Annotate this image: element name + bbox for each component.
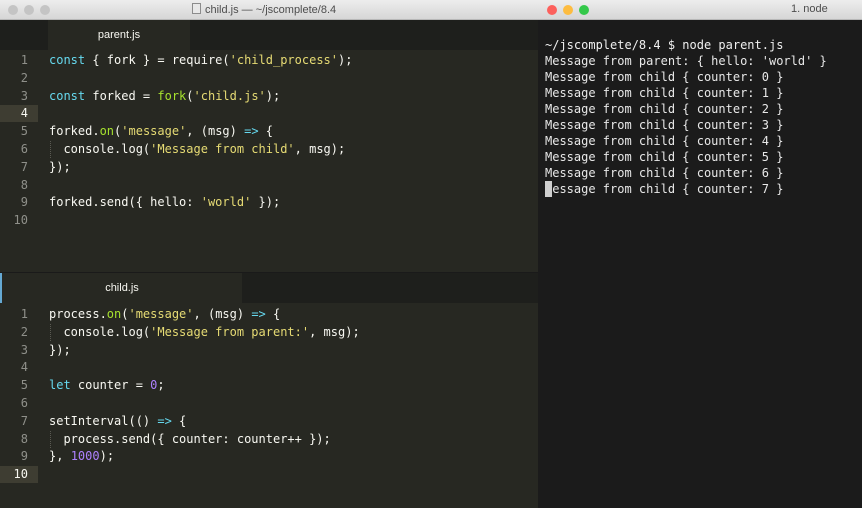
terminal-line: Message from child { counter: 2 } [545,102,784,116]
tab-bar: parent.js [0,20,538,50]
code-line[interactable]: process.on('message', (msg) => { [49,306,280,323]
indent-guide [50,141,51,158]
terminal-line: Message from child { counter: 6 } [545,166,784,180]
terminal-line: Message from parent: { hello: 'world' } [545,54,827,68]
line-number: 7 [20,414,28,428]
terminal-titlebar: 1. node [538,0,862,20]
line-number: 3 [20,89,28,103]
line-number: 1 [20,53,28,67]
line-number: 5 [20,378,28,392]
terminal-cursor [545,181,552,197]
code-line[interactable]: }); [49,159,71,176]
line-number: 7 [20,160,28,174]
line-number: 10 [13,467,28,481]
terminal-line: Message from child { counter: 0 } [545,70,784,84]
terminal-window-title: 1. node [791,3,828,15]
close-icon[interactable] [547,5,557,15]
editor-window-title-text: child.js — ~/jscomplete/8.4 [205,4,337,16]
line-number: 4 [20,360,28,374]
line-number: 9 [20,195,28,209]
editor-window: child.js — ~/jscomplete/8.4 parent.js 1c… [0,0,538,508]
line-number: 4 [20,106,28,120]
minimize-icon[interactable] [563,5,573,15]
zoom-icon[interactable] [579,5,589,15]
line-number: 2 [20,71,28,85]
terminal-window[interactable]: 1. node ~/jscomplete/8.4 $ node parent.j… [538,0,862,508]
line-number: 8 [20,178,28,192]
line-number: 3 [20,343,28,357]
indent-guide [50,324,51,341]
code-line[interactable]: forked.on('message', (msg) => { [49,123,273,140]
line-number: 5 [20,124,28,138]
editor-pane-parent[interactable]: parent.js 1 const { fork } = require('chi… [0,20,538,270]
code-line[interactable]: let counter = 0; [49,377,165,394]
editor-titlebar: child.js — ~/jscomplete/8.4 [0,0,538,20]
indent-guide [50,431,51,448]
minimize-icon[interactable] [24,5,34,15]
zoom-icon[interactable] [40,5,50,15]
code-line[interactable]: }, 1000); [49,448,114,465]
code-line[interactable]: console.log('Message from parent:', msg)… [49,324,359,341]
tab-parent-js[interactable]: parent.js [48,20,190,50]
code-line[interactable]: console.log('Message from child', msg); [49,141,345,158]
code-line[interactable]: forked.send({ hello: 'world' }); [49,194,280,211]
line-number: 9 [20,449,28,463]
terminal-line: Message from child { counter: 4 } [545,134,784,148]
terminal-line: Message from child { counter: 5 } [545,150,784,164]
terminal-line: Message from child { counter: 7 } [545,182,784,196]
code-line[interactable]: const forked = fork('child.js'); [49,88,280,105]
editor-pane-child[interactable]: child.js 1 process.on('message', (msg) =>… [0,272,538,508]
file-icon [192,3,201,14]
code-line[interactable]: process.send({ counter: counter++ }); [49,431,330,448]
line-number: 10 [13,213,28,227]
tab-bar: child.js [0,272,538,303]
code-line[interactable]: setInterval(() => { [49,413,186,430]
code-line[interactable]: const { fork } = require('child_process'… [49,52,352,69]
editor-window-title: child.js — ~/jscomplete/8.4 [192,3,336,16]
terminal-prompt: ~/jscomplete/8.4 $ node parent.js [545,38,784,52]
code-line[interactable]: }); [49,342,71,359]
terminal-line: Message from child { counter: 1 } [545,86,784,100]
line-number: 2 [20,325,28,339]
tab-child-js[interactable]: child.js [0,273,242,303]
line-number: 6 [20,396,28,410]
line-number: 8 [20,432,28,446]
line-number: 6 [20,142,28,156]
line-number: 1 [20,307,28,321]
terminal-line: Message from child { counter: 3 } [545,118,784,132]
close-icon[interactable] [8,5,18,15]
